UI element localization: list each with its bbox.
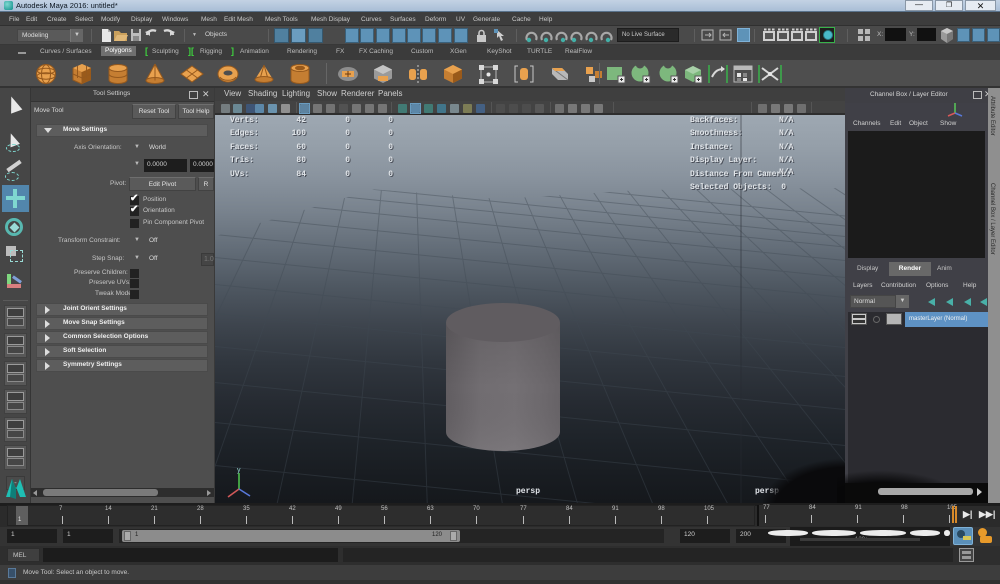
svg-text:y: y: [237, 467, 241, 474]
